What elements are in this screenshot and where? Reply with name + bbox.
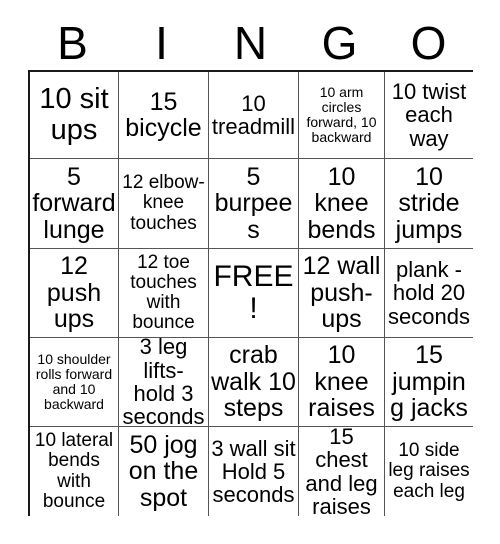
- bingo-cell-text: 12 wall push-ups: [302, 252, 381, 334]
- bingo-cell-text: 10 shoulder rolls forward and 10 backwar…: [35, 351, 113, 412]
- bingo-cell-text: 10 side leg raises each leg: [388, 440, 470, 502]
- bingo-cell[interactable]: plank - hold 20 seconds: [385, 249, 473, 338]
- bingo-header: B I N G O: [28, 16, 473, 70]
- bingo-cell-text: 12 elbow-knee touches: [122, 172, 205, 234]
- bingo-cell[interactable]: 10 lateral bends with bounce: [30, 427, 119, 516]
- bingo-cell[interactable]: 15 jumping jacks: [385, 338, 473, 427]
- bingo-cell-text: 10 treadmill: [211, 90, 296, 139]
- bingo-card: B I N G O 10 sit ups 15 bicycle 10 treadmi…: [0, 0, 500, 544]
- bingo-cell[interactable]: 3 wall sit Hold 5 seconds: [209, 427, 299, 516]
- bingo-cell-text: 10 knee bends: [307, 162, 376, 244]
- bingo-header-letter-o: O: [410, 17, 447, 69]
- bingo-cell[interactable]: 10 stride jumps: [385, 159, 473, 249]
- bingo-cell-text: 10 stride jumps: [395, 162, 463, 244]
- bingo-cell-text: crab walk 10 steps: [211, 341, 296, 423]
- bingo-cell-text: 15 jumping jacks: [390, 341, 468, 423]
- bingo-header-letter-b: B: [57, 17, 88, 69]
- bingo-cell[interactable]: 10 side leg raises each leg: [385, 427, 473, 516]
- bingo-cell-text: FREE!: [213, 260, 294, 325]
- bingo-cell-text: 5 burpees: [214, 162, 293, 244]
- bingo-cell[interactable]: 10 knee raises: [299, 338, 385, 427]
- bingo-cell[interactable]: 15 bicycle: [119, 72, 209, 159]
- bingo-cell[interactable]: 12 wall push-ups: [299, 249, 385, 338]
- bingo-cell-text: 15 bicycle: [125, 87, 202, 142]
- bingo-cell-text: 10 sit ups: [39, 83, 109, 146]
- bingo-grid: 10 sit ups 15 bicycle 10 treadmill 10 arm c…: [28, 70, 473, 516]
- bingo-cell-text: 12 push ups: [46, 252, 102, 334]
- bingo-cell[interactable]: 3 leg lifts- hold 3 seconds: [119, 338, 209, 427]
- bingo-header-letter-i: I: [155, 17, 168, 69]
- bingo-cell[interactable]: crab walk 10 steps: [209, 338, 299, 427]
- bingo-cell[interactable]: 10 arm circles forward, 10 backward: [299, 72, 385, 159]
- bingo-free-space[interactable]: FREE!: [209, 249, 299, 338]
- bingo-cell[interactable]: 5 burpees: [209, 159, 299, 249]
- bingo-cell[interactable]: 12 push ups: [30, 249, 119, 338]
- bingo-cell[interactable]: 10 twist each way: [385, 72, 473, 159]
- bingo-cell-text: 50 jog on the spot: [128, 430, 199, 512]
- bingo-cell-text: 10 lateral bends with bounce: [34, 430, 114, 512]
- bingo-cell[interactable]: 10 treadmill: [209, 72, 299, 159]
- bingo-cell-text: plank - hold 20 seconds: [388, 257, 470, 329]
- bingo-cell-text: 3 wall sit Hold 5 seconds: [211, 435, 296, 508]
- bingo-cell[interactable]: 12 elbow-knee touches: [119, 159, 209, 249]
- bingo-cell[interactable]: 10 knee bends: [299, 159, 385, 249]
- bingo-cell-text: 10 twist each way: [391, 79, 467, 151]
- bingo-cell-text: 10 knee raises: [308, 341, 375, 423]
- bingo-cell[interactable]: 12 toe touches with bounce: [119, 249, 209, 338]
- bingo-cell-text: 15 chest and leg raises: [305, 427, 378, 516]
- bingo-cell-text: 3 leg lifts- hold 3 seconds: [122, 338, 205, 427]
- bingo-cell[interactable]: 5 forward lunge: [30, 159, 119, 249]
- bingo-header-letter-n: N: [233, 17, 268, 69]
- bingo-cell[interactable]: 10 shoulder rolls forward and 10 backwar…: [30, 338, 119, 427]
- bingo-cell[interactable]: 10 sit ups: [30, 72, 119, 159]
- bingo-cell[interactable]: 50 jog on the spot: [119, 427, 209, 516]
- bingo-cell-text: 5 forward lunge: [32, 162, 116, 244]
- bingo-cell-text: 12 toe touches with bounce: [130, 251, 197, 334]
- bingo-cell[interactable]: 15 chest and leg raises: [299, 427, 385, 516]
- bingo-cell-text: 10 arm circles forward, 10 backward: [306, 84, 377, 145]
- bingo-header-letter-g: G: [321, 17, 358, 69]
